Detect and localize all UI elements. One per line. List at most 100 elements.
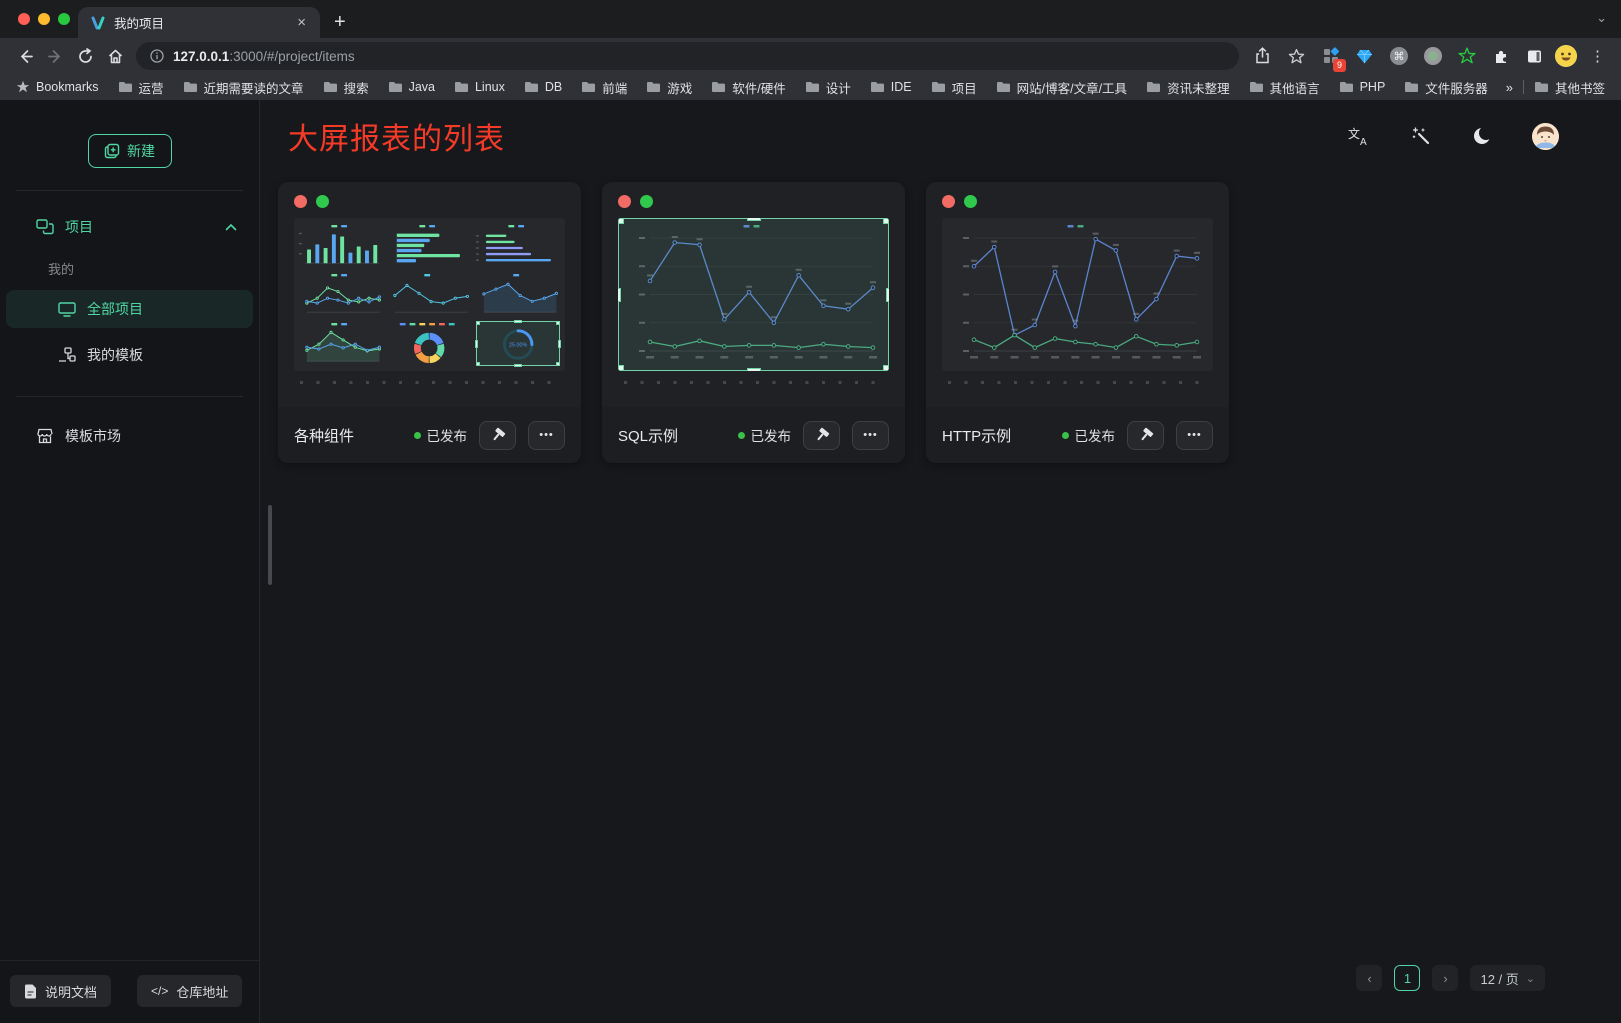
folder-icon — [388, 81, 403, 93]
edit-hammer-button[interactable] — [479, 421, 516, 450]
star-icon — [16, 80, 30, 94]
bookmark-folder[interactable]: 搜索 — [323, 78, 369, 97]
back-icon[interactable] — [10, 42, 40, 70]
bookmark-folder[interactable]: 资讯未整理 — [1146, 78, 1230, 97]
red-dot — [294, 195, 307, 208]
status-badge: 已发布 — [1062, 425, 1116, 445]
card-footer: HTTP示例 已发布 ••• — [926, 407, 1229, 463]
bookmarks-bar: Bookmarks 运营 近期需要读的文章 搜索 Java Linux DB 前… — [0, 74, 1621, 100]
bookmark-folder[interactable]: 近期需要读的文章 — [183, 78, 304, 97]
forward-icon[interactable] — [40, 42, 70, 70]
sidebar-item-my-templates[interactable]: 我的模板 — [0, 336, 259, 374]
toolbar-right-icons: 9 ⌘ ⋮ — [1249, 43, 1611, 69]
reload-icon[interactable] — [70, 42, 100, 70]
scrollbar-thumb[interactable] — [268, 505, 272, 585]
status-dot — [738, 432, 745, 439]
repository-button[interactable]: </> 仓库地址 — [137, 975, 242, 1007]
bookmark-folder[interactable]: 文件服务器 — [1404, 78, 1488, 97]
folder-icon — [524, 81, 539, 93]
other-bookmarks-folder[interactable]: 其他书签 — [1534, 78, 1605, 97]
green-star-extension-icon[interactable] — [1453, 43, 1480, 69]
gem-extension-icon[interactable] — [1351, 43, 1378, 69]
prev-page-button[interactable]: ‹ — [1356, 965, 1382, 991]
chevron-up-icon[interactable] — [225, 223, 237, 231]
current-page-button[interactable]: 1 — [1394, 965, 1420, 991]
browser-tab[interactable]: 我的项目 × — [78, 7, 320, 38]
project-card[interactable]: HTTP示例 已发布 ••• — [926, 182, 1229, 463]
folder-icon — [454, 81, 469, 93]
address-bar[interactable]: 127.0.0.1:3000/#/project/items — [136, 42, 1239, 70]
page-header: 大屏报表的列表 文A — [260, 100, 1621, 166]
command-extension-icon[interactable]: ⌘ — [1385, 43, 1412, 69]
sidebar-item-all-projects[interactable]: 全部项目 — [6, 290, 253, 328]
green-dot — [640, 195, 653, 208]
folder-icon — [1146, 81, 1161, 93]
browser-menu-icon[interactable]: ⋮ — [1584, 43, 1611, 69]
magic-wand-icon[interactable] — [1408, 123, 1434, 149]
sidebar-item-template-market[interactable]: 模板市场 — [0, 419, 259, 453]
bookmark-folder[interactable]: PHP — [1339, 80, 1386, 94]
bookmark-folder[interactable]: 网站/博客/文章/工具 — [996, 78, 1127, 97]
bookmark-folder[interactable]: 设计 — [805, 78, 851, 97]
puzzle-extensions-icon[interactable] — [1487, 43, 1514, 69]
sidebar-panel-icon[interactable] — [1521, 43, 1548, 69]
project-card[interactable]: SQL示例 已发布 ••• — [602, 182, 905, 463]
card-decoration-dots — [278, 182, 581, 208]
folder-icon — [1249, 81, 1264, 93]
bookmark-star-icon[interactable] — [1283, 43, 1310, 69]
more-options-button[interactable]: ••• — [852, 421, 889, 450]
app-root: 新建 项目 我的 全部项目 — [0, 100, 1621, 1023]
bookmark-folder[interactable]: 游戏 — [646, 78, 692, 97]
zoom-window-button[interactable] — [58, 13, 70, 25]
line-chart — [618, 218, 889, 371]
circle-extension-icon[interactable] — [1419, 43, 1446, 69]
home-icon[interactable] — [100, 42, 130, 70]
tab-close-icon[interactable]: × — [293, 13, 310, 32]
store-icon — [36, 428, 54, 444]
bookmark-folder[interactable]: 运营 — [118, 78, 164, 97]
share-icon[interactable] — [1249, 43, 1276, 69]
bookmark-folder[interactable]: 前端 — [581, 78, 627, 97]
bookmark-folder[interactable]: IDE — [870, 80, 912, 94]
close-window-button[interactable] — [18, 13, 30, 25]
extension-grid-icon[interactable]: 9 — [1317, 43, 1344, 69]
bookmarks-manager[interactable]: Bookmarks — [16, 80, 99, 94]
svg-text:25.00%: 25.00% — [509, 343, 527, 349]
url-text: 127.0.0.1:3000/#/project/items — [173, 49, 355, 64]
mini-line-chart — [387, 272, 471, 317]
bookmark-folder[interactable]: Linux — [454, 80, 505, 94]
bookmark-folder[interactable]: 其他语言 — [1249, 78, 1320, 97]
dark-mode-moon-icon[interactable] — [1470, 123, 1496, 149]
user-avatar[interactable] — [1532, 123, 1559, 150]
profile-avatar-icon[interactable] — [1555, 45, 1577, 67]
project-thumbnail — [942, 218, 1213, 371]
bookmark-folder[interactable]: 项目 — [931, 78, 977, 97]
new-tab-button[interactable]: + — [320, 12, 358, 38]
docs-button[interactable]: 说明文档 — [10, 975, 111, 1007]
bookmark-folder[interactable]: Java — [388, 80, 435, 94]
bookmark-folder[interactable]: DB — [524, 80, 562, 94]
more-icon: ••• — [539, 430, 554, 441]
page-size-select[interactable]: 12 / 页 ⌄ — [1470, 965, 1545, 991]
status-dot — [414, 432, 421, 439]
bookmarks-overflow-icon[interactable]: » — [1506, 80, 1513, 95]
tab-search-icon[interactable]: ⌄ — [1596, 10, 1607, 26]
tab-title: 我的项目 — [114, 13, 285, 32]
url-host: 127.0.0.1 — [173, 49, 229, 64]
site-info-icon[interactable] — [150, 49, 164, 63]
project-card[interactable]: 25.00% 各种组件 已发布 ••• — [278, 182, 581, 463]
edit-hammer-button[interactable] — [1127, 421, 1164, 450]
project-name: HTTP示例 — [942, 425, 1011, 446]
next-page-button[interactable]: › — [1432, 965, 1458, 991]
header-actions: 文A — [1346, 123, 1559, 150]
minimize-window-button[interactable] — [38, 13, 50, 25]
edit-hammer-button[interactable] — [803, 421, 840, 450]
mini-chart-grid: 25.00% — [299, 223, 560, 366]
more-options-button[interactable]: ••• — [528, 421, 565, 450]
bookmark-folder[interactable]: 软件/硬件 — [711, 78, 785, 97]
more-options-button[interactable]: ••• — [1176, 421, 1213, 450]
url-path: :3000/#/project/items — [229, 49, 354, 64]
language-translate-icon[interactable]: 文A — [1346, 123, 1372, 149]
sidebar-group-project[interactable]: 项目 — [0, 213, 259, 241]
new-project-button[interactable]: 新建 — [88, 134, 172, 168]
